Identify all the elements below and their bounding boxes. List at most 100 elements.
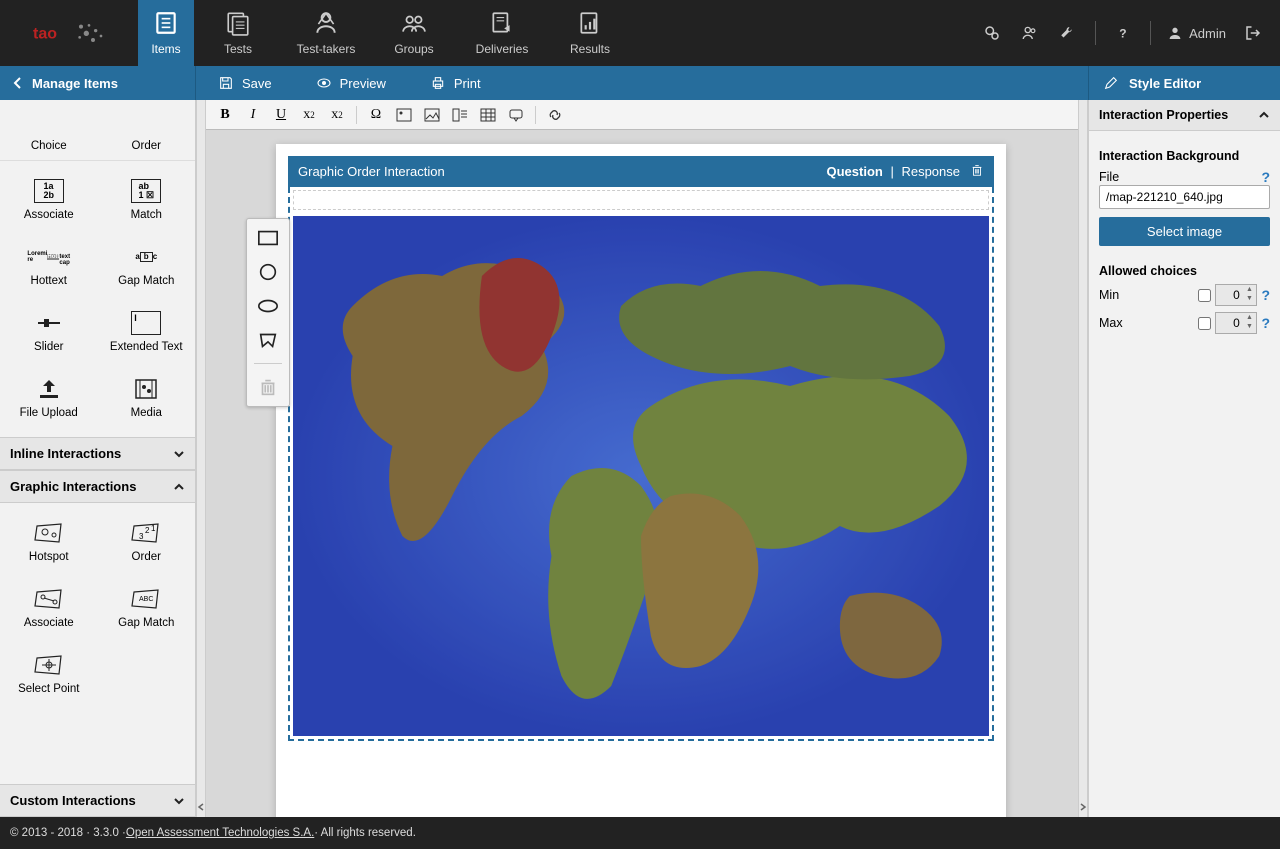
properties-header[interactable]: Interaction Properties	[1089, 100, 1280, 131]
tab-question[interactable]: Question	[824, 164, 884, 179]
sidebar-item-gapmatch[interactable]: abcGap Match	[98, 233, 196, 299]
specialchar-button[interactable]: Ω	[363, 103, 389, 127]
ellipse-shape-button[interactable]	[253, 293, 283, 319]
section-inline-interactions[interactable]: Inline Interactions	[0, 437, 195, 470]
insert-object-button[interactable]	[447, 103, 473, 127]
help-icon[interactable]: ?	[1106, 16, 1140, 50]
world-map-image	[293, 216, 989, 736]
superscript-button[interactable]: x2	[324, 103, 350, 127]
sidebar-item-fileupload[interactable]: File Upload	[0, 365, 98, 431]
sidebar-item-hottext[interactable]: Loremire Hotttext capHottext	[0, 233, 98, 299]
sidebar-item-selectpoint[interactable]: Select Point	[0, 641, 98, 707]
style-editor-label: Style Editor	[1129, 76, 1201, 91]
sb-label: Media	[131, 407, 162, 419]
max-help-icon[interactable]: ?	[1261, 315, 1270, 331]
insert-tooltip-button[interactable]	[503, 103, 529, 127]
interaction-body	[288, 187, 994, 741]
admin-user[interactable]: Admin	[1161, 25, 1232, 41]
style-editor-header[interactable]: Style Editor	[1088, 66, 1280, 100]
manage-items-link[interactable]: Manage Items	[0, 66, 196, 100]
insert-media-button[interactable]	[391, 103, 417, 127]
map-area[interactable]	[293, 216, 989, 736]
settings-icon[interactable]	[975, 16, 1009, 50]
nav-tab-label: Groups	[394, 42, 433, 56]
save-button[interactable]: Save	[196, 66, 294, 100]
underline-button[interactable]: U	[268, 103, 294, 127]
sidebar-item-slider[interactable]: Slider	[0, 299, 98, 365]
max-spinner[interactable]: 0▲▼	[1215, 312, 1257, 334]
max-checkbox[interactable]	[1198, 317, 1211, 330]
sb-label: Order	[132, 140, 161, 152]
svg-text:2: 2	[145, 526, 150, 535]
svg-text:?: ?	[1119, 27, 1126, 41]
italic-button[interactable]: I	[240, 103, 266, 127]
insert-link-button[interactable]	[542, 103, 568, 127]
sb-label: Associate	[24, 209, 74, 221]
admin-label: Admin	[1189, 26, 1226, 41]
preview-label: Preview	[340, 76, 386, 91]
sb-label: Gap Match	[118, 275, 174, 287]
sb-label: Slider	[34, 341, 63, 353]
sb-section-label: Graphic Interactions	[10, 479, 136, 494]
sidebar-item-media[interactable]: Media	[98, 365, 196, 431]
sb-label: Order	[132, 551, 161, 563]
right-splitter[interactable]	[1078, 100, 1088, 817]
min-help-icon[interactable]: ?	[1261, 287, 1270, 303]
props-title: Interaction Properties	[1099, 108, 1228, 122]
sb-label: Gap Match	[118, 617, 174, 629]
nav-tab-tests[interactable]: Tests	[194, 0, 282, 66]
properties-panel: Interaction Properties Interaction Backg…	[1088, 100, 1280, 817]
print-label: Print	[454, 76, 481, 91]
insert-table-button[interactable]	[475, 103, 501, 127]
rect-shape-button[interactable]	[253, 225, 283, 251]
circle-shape-button[interactable]	[253, 259, 283, 285]
canvas: B I U x2 x2 Ω Graphic Order Interaction …	[196, 100, 1088, 817]
bg-heading: Interaction Background	[1099, 149, 1270, 163]
sidebar-item-graphic-order[interactable]: 321Order	[98, 509, 196, 575]
file-input[interactable]	[1099, 185, 1270, 209]
users-icon[interactable]	[1013, 16, 1047, 50]
footer-link[interactable]: Open Assessment Technologies S.A.	[126, 827, 314, 839]
print-button[interactable]: Print	[408, 66, 503, 100]
select-image-button[interactable]: Select image	[1099, 217, 1270, 246]
insert-image-button[interactable]	[419, 103, 445, 127]
nav-tab-results[interactable]: Results	[546, 0, 634, 66]
sidebar-item-extendedtext[interactable]: IExtended Text	[98, 299, 196, 365]
nav-tab-items[interactable]: Items	[138, 0, 194, 66]
topnav-right: ? Admin	[975, 0, 1280, 66]
logout-icon[interactable]	[1236, 16, 1270, 50]
sidebar-item-order[interactable]: Order	[98, 100, 196, 160]
nav-tab-label: Items	[151, 42, 180, 56]
left-splitter[interactable]	[196, 100, 206, 817]
nav-tabs: Items Tests Test-takers Groups Deliverie…	[138, 0, 634, 66]
sidebar-item-graphic-associate[interactable]: Associate	[0, 575, 98, 641]
sb-label: File Upload	[20, 407, 78, 419]
delete-shape-button[interactable]	[253, 374, 283, 400]
min-checkbox[interactable]	[1198, 289, 1211, 302]
logo: tao	[0, 0, 138, 66]
prompt-textarea[interactable]	[293, 190, 989, 210]
action-bar: Manage Items Save Preview Print Style Ed…	[0, 66, 1280, 100]
delete-interaction-icon[interactable]	[970, 163, 984, 180]
file-label: File	[1099, 170, 1119, 184]
sb-section-label: Custom Interactions	[10, 793, 136, 808]
sidebar-item-match[interactable]: ab1 ☒Match	[98, 167, 196, 233]
sidebar-item-hotspot[interactable]: Hotspot	[0, 509, 98, 575]
subscript-button[interactable]: x2	[296, 103, 322, 127]
tools-icon[interactable]	[1051, 16, 1085, 50]
sidebar-item-choice[interactable]: Choice	[0, 100, 98, 160]
nav-tab-testtakers[interactable]: Test-takers	[282, 0, 370, 66]
nav-tab-groups[interactable]: Groups	[370, 0, 458, 66]
polygon-shape-button[interactable]	[253, 327, 283, 353]
sidebar-item-associate[interactable]: 1a2bAssociate	[0, 167, 98, 233]
preview-button[interactable]: Preview	[294, 66, 408, 100]
svg-text:tao: tao	[33, 25, 57, 42]
min-spinner[interactable]: 0▲▼	[1215, 284, 1257, 306]
file-help-icon[interactable]: ?	[1261, 169, 1270, 185]
section-graphic-interactions[interactable]: Graphic Interactions	[0, 470, 195, 503]
bold-button[interactable]: B	[212, 103, 238, 127]
tab-response[interactable]: Response	[899, 164, 962, 179]
nav-tab-deliveries[interactable]: Deliveries	[458, 0, 546, 66]
section-custom-interactions[interactable]: Custom Interactions	[0, 784, 195, 817]
sidebar-item-graphic-gapmatch[interactable]: ABCGap Match	[98, 575, 196, 641]
